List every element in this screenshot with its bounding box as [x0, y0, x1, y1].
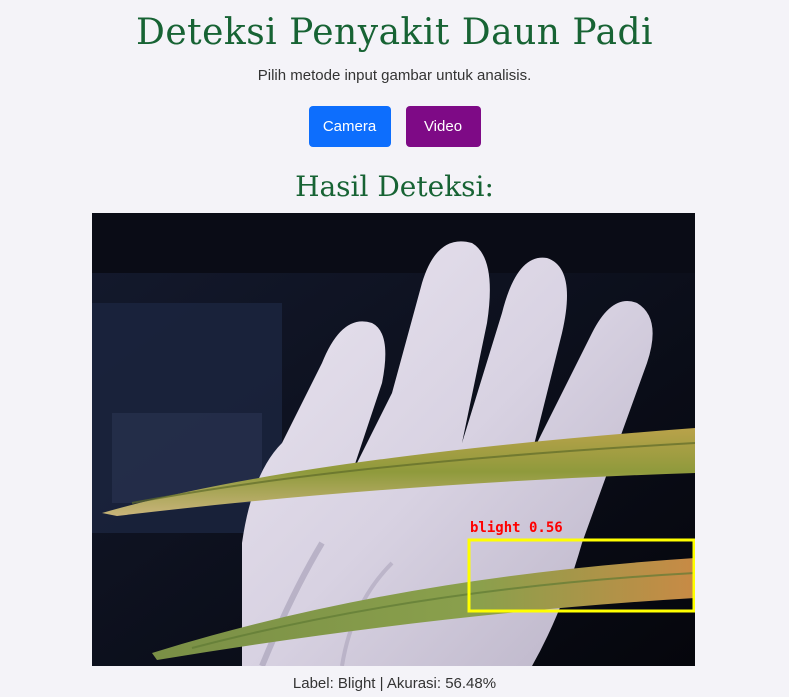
detection-photo: blight 0.56 — [92, 213, 695, 666]
page-subtitle: Pilih metode input gambar untuk analisis… — [257, 67, 532, 84]
result-heading: Hasil Deteksi: — [295, 170, 494, 203]
video-button[interactable]: Video — [405, 106, 481, 147]
input-method-buttons: Camera Video — [0, 106, 789, 147]
camera-button[interactable]: Camera — [308, 106, 391, 147]
page-title: Deteksi Penyakit Daun Padi — [135, 12, 654, 53]
result-caption: Label: Blight | Akurasi: 56.48% — [292, 675, 497, 692]
detection-result-image: blight 0.56 — [92, 213, 695, 666]
detection-bbox-label: blight 0.56 — [470, 520, 563, 536]
